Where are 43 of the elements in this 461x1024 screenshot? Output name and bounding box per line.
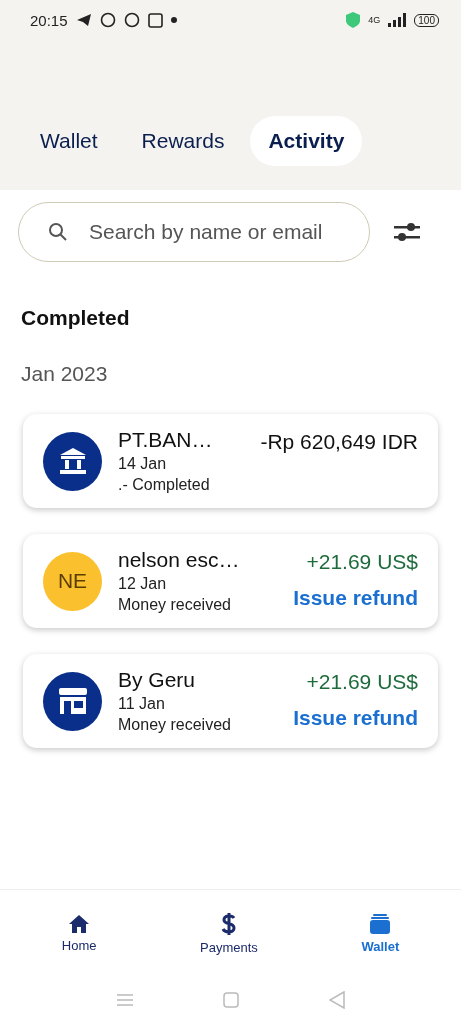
transaction-amount: +21.69 US$ — [306, 550, 418, 574]
tab[interactable]: Activity — [250, 116, 363, 166]
nav-item[interactable]: Payments — [194, 910, 264, 956]
search-field[interactable]: Search by name or email — [18, 202, 370, 262]
nav-item[interactable]: Wallet — [355, 911, 406, 955]
search-icon — [48, 222, 68, 242]
home-icon — [68, 913, 91, 934]
transaction-date: 12 Jan — [118, 575, 168, 593]
transaction-card[interactable]: PT.BAN… 14 Jan .- Completed -Rp 620,649 IDR — [23, 414, 438, 508]
shield-icon — [346, 12, 361, 28]
transaction-amount: +21.69 US$ — [306, 670, 418, 694]
status-time: 20:15 — [30, 11, 68, 29]
refund-link[interactable]: Issue refund — [293, 706, 418, 730]
avatar-initials: NE — [43, 551, 102, 611]
month-heading: Jan 2023 — [20, 361, 109, 386]
transaction-date: 11 Jan — [118, 695, 166, 713]
home-button-icon[interactable] — [222, 992, 239, 1008]
tab[interactable]: Rewards — [123, 116, 243, 166]
transaction-status: Money received — [118, 716, 232, 734]
dollar-icon — [220, 911, 237, 936]
signal-icon — [388, 13, 407, 27]
transaction-name: PT.BAN… — [118, 428, 214, 452]
store-icon — [56, 686, 89, 716]
bank-icon — [57, 447, 88, 475]
nav-item[interactable]: Home — [55, 912, 103, 954]
back-icon[interactable] — [328, 991, 345, 1009]
dot-icon — [170, 17, 177, 23]
transaction-name: nelson esc… — [118, 548, 241, 572]
transaction-name: By Geru — [118, 668, 197, 692]
transaction-card[interactable]: NE nelson esc… 12 Jan Money received +21.69 US$ Issue refund — [23, 534, 438, 628]
transaction-date: 14 Jan — [118, 455, 168, 473]
transaction-status: Money received — [118, 596, 232, 614]
network-type: 4G — [368, 15, 381, 25]
battery-level: 100 — [414, 13, 439, 27]
tab[interactable]: Wallet — [22, 116, 116, 166]
filter-icon[interactable] — [394, 221, 420, 243]
menu-icon[interactable] — [116, 993, 133, 1007]
transaction-card[interactable]: By Geru 11 Jan Money received +21.69 US$ Issue refund — [23, 654, 438, 748]
section-title: Completed — [20, 305, 131, 330]
refund-link[interactable]: Issue refund — [293, 586, 418, 610]
transaction-amount: -Rp 620,649 IDR — [260, 430, 418, 454]
transaction-status: .- Completed — [118, 476, 211, 494]
wallet-icon — [369, 912, 392, 935]
